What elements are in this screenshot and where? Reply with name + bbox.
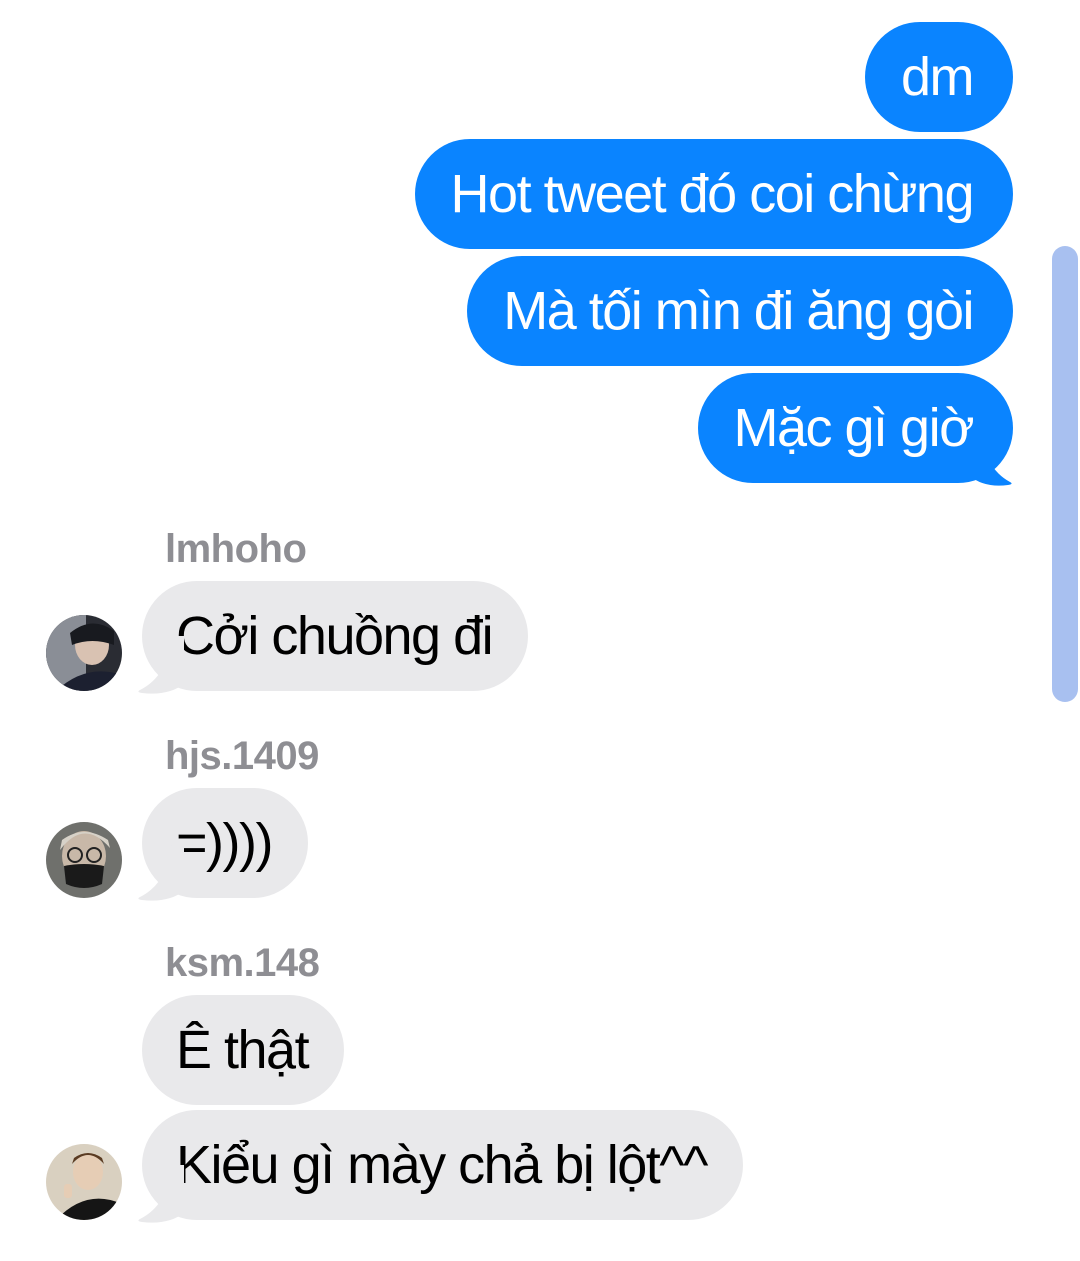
message-text: Ê thật	[176, 1020, 310, 1080]
sender-name: hjs.1409	[165, 734, 319, 778]
message-text: Mặc gì giờ	[733, 398, 975, 458]
user-avatar-icon[interactable]	[46, 615, 122, 691]
user-avatar-icon[interactable]	[46, 822, 122, 898]
sender-name: lmhoho	[165, 527, 307, 571]
outgoing-message-bubble[interactable]: Hot tweet đó coi chừng	[414, 139, 1013, 249]
scrollbar[interactable]	[1052, 246, 1078, 702]
message-text: Hot tweet đó coi chừng	[450, 164, 975, 224]
incoming-bubble-tail	[138, 636, 184, 694]
user-avatar-icon[interactable]	[46, 1144, 122, 1220]
incoming-bubble-tail	[138, 1165, 184, 1223]
outgoing-bubble-tail	[970, 428, 1012, 486]
incoming-message-bubble[interactable]: Cởi chuồng đi	[142, 581, 529, 691]
incoming-message-bubble[interactable]: Ê thật	[142, 995, 345, 1105]
incoming-bubble-tail	[138, 843, 184, 901]
message-text: =))))	[176, 813, 273, 873]
message-text: Mà tối mìn đi ăng gòi	[503, 281, 974, 341]
outgoing-message-bubble[interactable]: Mặc gì giờ	[697, 373, 1013, 483]
outgoing-message-bubble[interactable]: dm	[864, 22, 1013, 132]
outgoing-message-bubble[interactable]: Mà tối mìn đi ăng gòi	[467, 256, 1013, 366]
message-text: dm	[900, 47, 975, 107]
sender-name: ksm.148	[165, 941, 320, 985]
incoming-message-bubble[interactable]: Kiểu gì mày chả bị lột^^	[142, 1110, 743, 1220]
message-text: Kiểu gì mày chả bị lột^^	[176, 1135, 708, 1195]
message-text: Cởi chuồng đi	[176, 606, 494, 666]
